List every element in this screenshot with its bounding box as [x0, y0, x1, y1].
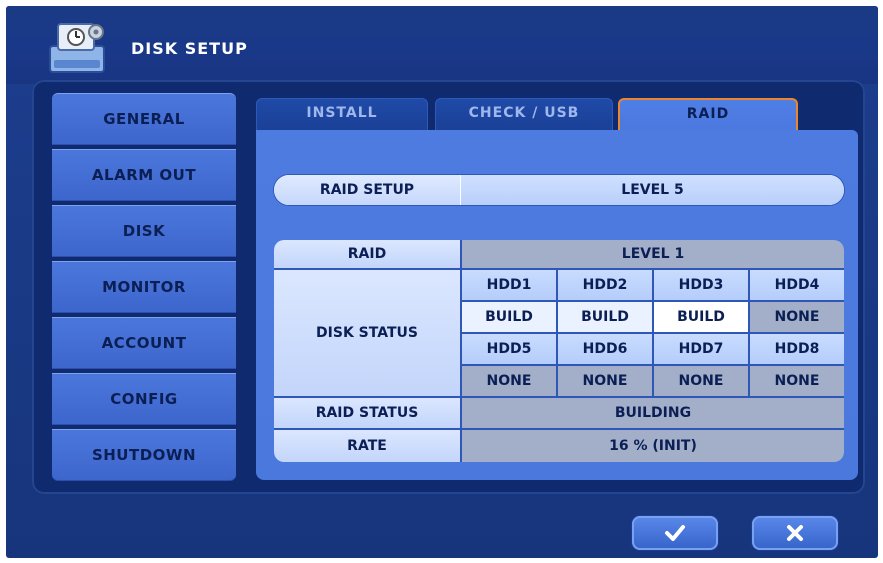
disk-status-value[interactable]: NONE [558, 366, 652, 396]
hdd-label: HDD2 [558, 270, 652, 300]
raid-setup-label: RAID SETUP [274, 175, 460, 205]
ok-button[interactable] [632, 516, 718, 550]
sidebar-item-config[interactable]: CONFIG [52, 373, 236, 425]
tab-label: RAID [686, 106, 730, 122]
sidebar-item-general[interactable]: GENERAL [52, 93, 236, 145]
sidebar: GENERAL ALARM OUT DISK MONITOR ACCOUNT C… [52, 93, 236, 483]
hdd-label: HDD5 [462, 334, 556, 364]
sidebar-item-monitor[interactable]: MONITOR [52, 261, 236, 313]
sidebar-item-account[interactable]: ACCOUNT [52, 317, 236, 369]
hdd-label: HDD4 [750, 270, 844, 300]
sidebar-item-label: DISK [122, 222, 166, 240]
hdd-label: HDD8 [750, 334, 844, 364]
disk-status-value[interactable]: BUILD [558, 302, 652, 332]
raid-table: RAID LEVEL 1 DISK STATUS HDD1 HDD2 HDD3 … [274, 240, 844, 462]
hdd-label: HDD7 [654, 334, 748, 364]
disk-status-value[interactable]: NONE [750, 302, 844, 332]
tab-raid[interactable]: RAID [618, 98, 798, 134]
raid-level-value: LEVEL 1 [462, 240, 844, 268]
rate-label: RATE [274, 430, 460, 462]
tab-check-usb[interactable]: CHECK / USB [435, 98, 613, 134]
raid-label: RAID [274, 240, 460, 268]
sidebar-item-label: GENERAL [103, 110, 185, 128]
disk-status-label: DISK STATUS [274, 270, 460, 396]
sidebar-item-label: ACCOUNT [101, 334, 187, 352]
check-icon [665, 525, 685, 541]
page-title: DISK SETUP [131, 39, 248, 58]
cancel-button[interactable] [752, 516, 838, 550]
raid-setup-row: RAID SETUP LEVEL 5 [274, 175, 844, 205]
raid-setup-select[interactable]: LEVEL 5 [461, 175, 844, 205]
sidebar-item-label: MONITOR [102, 278, 186, 296]
sidebar-item-disk[interactable]: DISK [52, 205, 236, 257]
hdd-label: HDD1 [462, 270, 556, 300]
tab-install[interactable]: INSTALL [256, 98, 428, 134]
sidebar-item-alarm-out[interactable]: ALARM OUT [52, 149, 236, 201]
rate-value: 16 % (INIT) [462, 430, 844, 462]
raid-status-value: BUILDING [462, 398, 844, 428]
tab-label: INSTALL [306, 105, 378, 121]
sidebar-item-label: ALARM OUT [91, 166, 197, 184]
sidebar-item-label: CONFIG [110, 390, 178, 408]
disk-setup-icon [49, 23, 105, 73]
title-bar: DISK SETUP [6, 6, 878, 84]
disk-status-value[interactable]: NONE [750, 366, 844, 396]
raid-status-label: RAID STATUS [274, 398, 460, 428]
sidebar-item-shutdown[interactable]: SHUTDOWN [52, 429, 236, 481]
disk-status-value[interactable]: NONE [462, 366, 556, 396]
hdd-label: HDD6 [558, 334, 652, 364]
disk-status-value[interactable]: NONE [654, 366, 748, 396]
sidebar-item-label: SHUTDOWN [91, 446, 197, 464]
tab-label: CHECK / USB [468, 105, 580, 121]
disk-status-value[interactable]: BUILD [462, 302, 556, 332]
hdd-label: HDD3 [654, 270, 748, 300]
close-icon [787, 525, 803, 541]
disk-status-value[interactable]: BUILD [654, 302, 748, 332]
